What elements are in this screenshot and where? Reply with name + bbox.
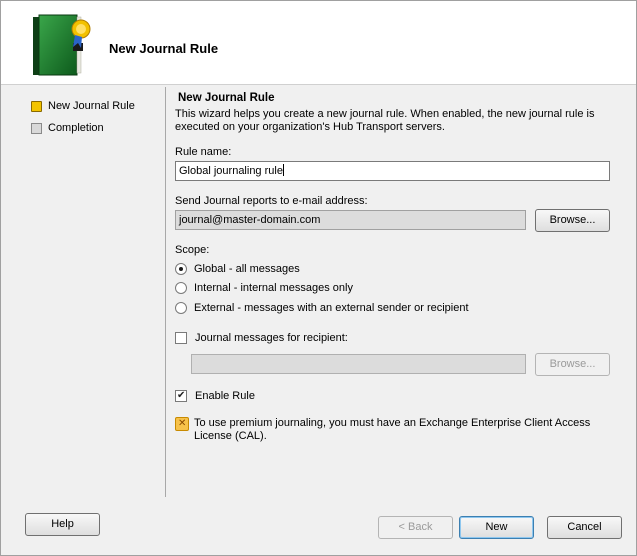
- scope-internal-radio[interactable]: Internal - internal messages only: [175, 279, 353, 297]
- browse-button[interactable]: Browse...: [535, 209, 610, 232]
- checkbox-label: Enable Rule: [195, 390, 255, 402]
- rule-name-label: Rule name:: [175, 146, 232, 158]
- radio-indicator[interactable]: [175, 302, 187, 314]
- wizard-steps: New Journal Rule Completion: [31, 96, 135, 140]
- vertical-divider: [165, 87, 166, 497]
- radio-label: Internal - internal messages only: [194, 282, 353, 294]
- send-reports-label: Send Journal reports to e-mail address:: [175, 195, 368, 207]
- radio-label: Global - all messages: [194, 263, 300, 275]
- rule-name-input[interactable]: Global journaling rule: [175, 161, 610, 181]
- radio-indicator[interactable]: [175, 282, 187, 294]
- radio-indicator[interactable]: [175, 263, 187, 275]
- step-label: Completion: [48, 122, 104, 134]
- rule-name-value: Global journaling rule: [179, 165, 283, 177]
- step-new-journal-rule: New Journal Rule: [31, 96, 135, 116]
- warning-icon: [175, 417, 189, 431]
- wizard-window: New Journal Rule New Journal Rule Comple…: [0, 0, 637, 556]
- checkbox-indicator[interactable]: [175, 390, 187, 402]
- header-title: New Journal Rule: [109, 41, 219, 56]
- pending-step-icon: [31, 122, 42, 134]
- radio-label: External - messages with an external sen…: [194, 302, 469, 314]
- back-button[interactable]: < Back: [378, 516, 453, 539]
- journal-recipient-input[interactable]: [191, 354, 526, 374]
- scope-external-radio[interactable]: External - messages with an external sen…: [175, 299, 469, 317]
- text-caret: [282, 164, 284, 176]
- scope-global-radio[interactable]: Global - all messages: [175, 260, 300, 278]
- step-label: New Journal Rule: [48, 100, 135, 112]
- journal-recipient-checkbox[interactable]: Journal messages for recipient:: [175, 329, 348, 347]
- enable-rule-checkbox[interactable]: Enable Rule: [175, 387, 255, 405]
- wizard-header: New Journal Rule: [1, 1, 636, 85]
- help-button[interactable]: Help: [25, 513, 100, 536]
- send-reports-input[interactable]: journal@master-domain.com: [175, 210, 526, 230]
- cancel-button[interactable]: Cancel: [547, 516, 622, 539]
- description: This wizard helps you create a new journ…: [175, 108, 595, 133]
- step-completion: Completion: [31, 118, 135, 138]
- checkbox-indicator[interactable]: [175, 332, 187, 344]
- browse-recipient-button[interactable]: Browse...: [535, 353, 610, 376]
- checkbox-label: Journal messages for recipient:: [195, 332, 348, 344]
- new-button[interactable]: New: [459, 516, 534, 539]
- active-step-icon: [31, 100, 42, 112]
- section-title: New Journal Rule: [178, 92, 275, 104]
- scope-label: Scope:: [175, 244, 210, 256]
- warning-text: To use premium journaling, you must have…: [194, 417, 591, 442]
- journal-book-icon: [33, 14, 91, 76]
